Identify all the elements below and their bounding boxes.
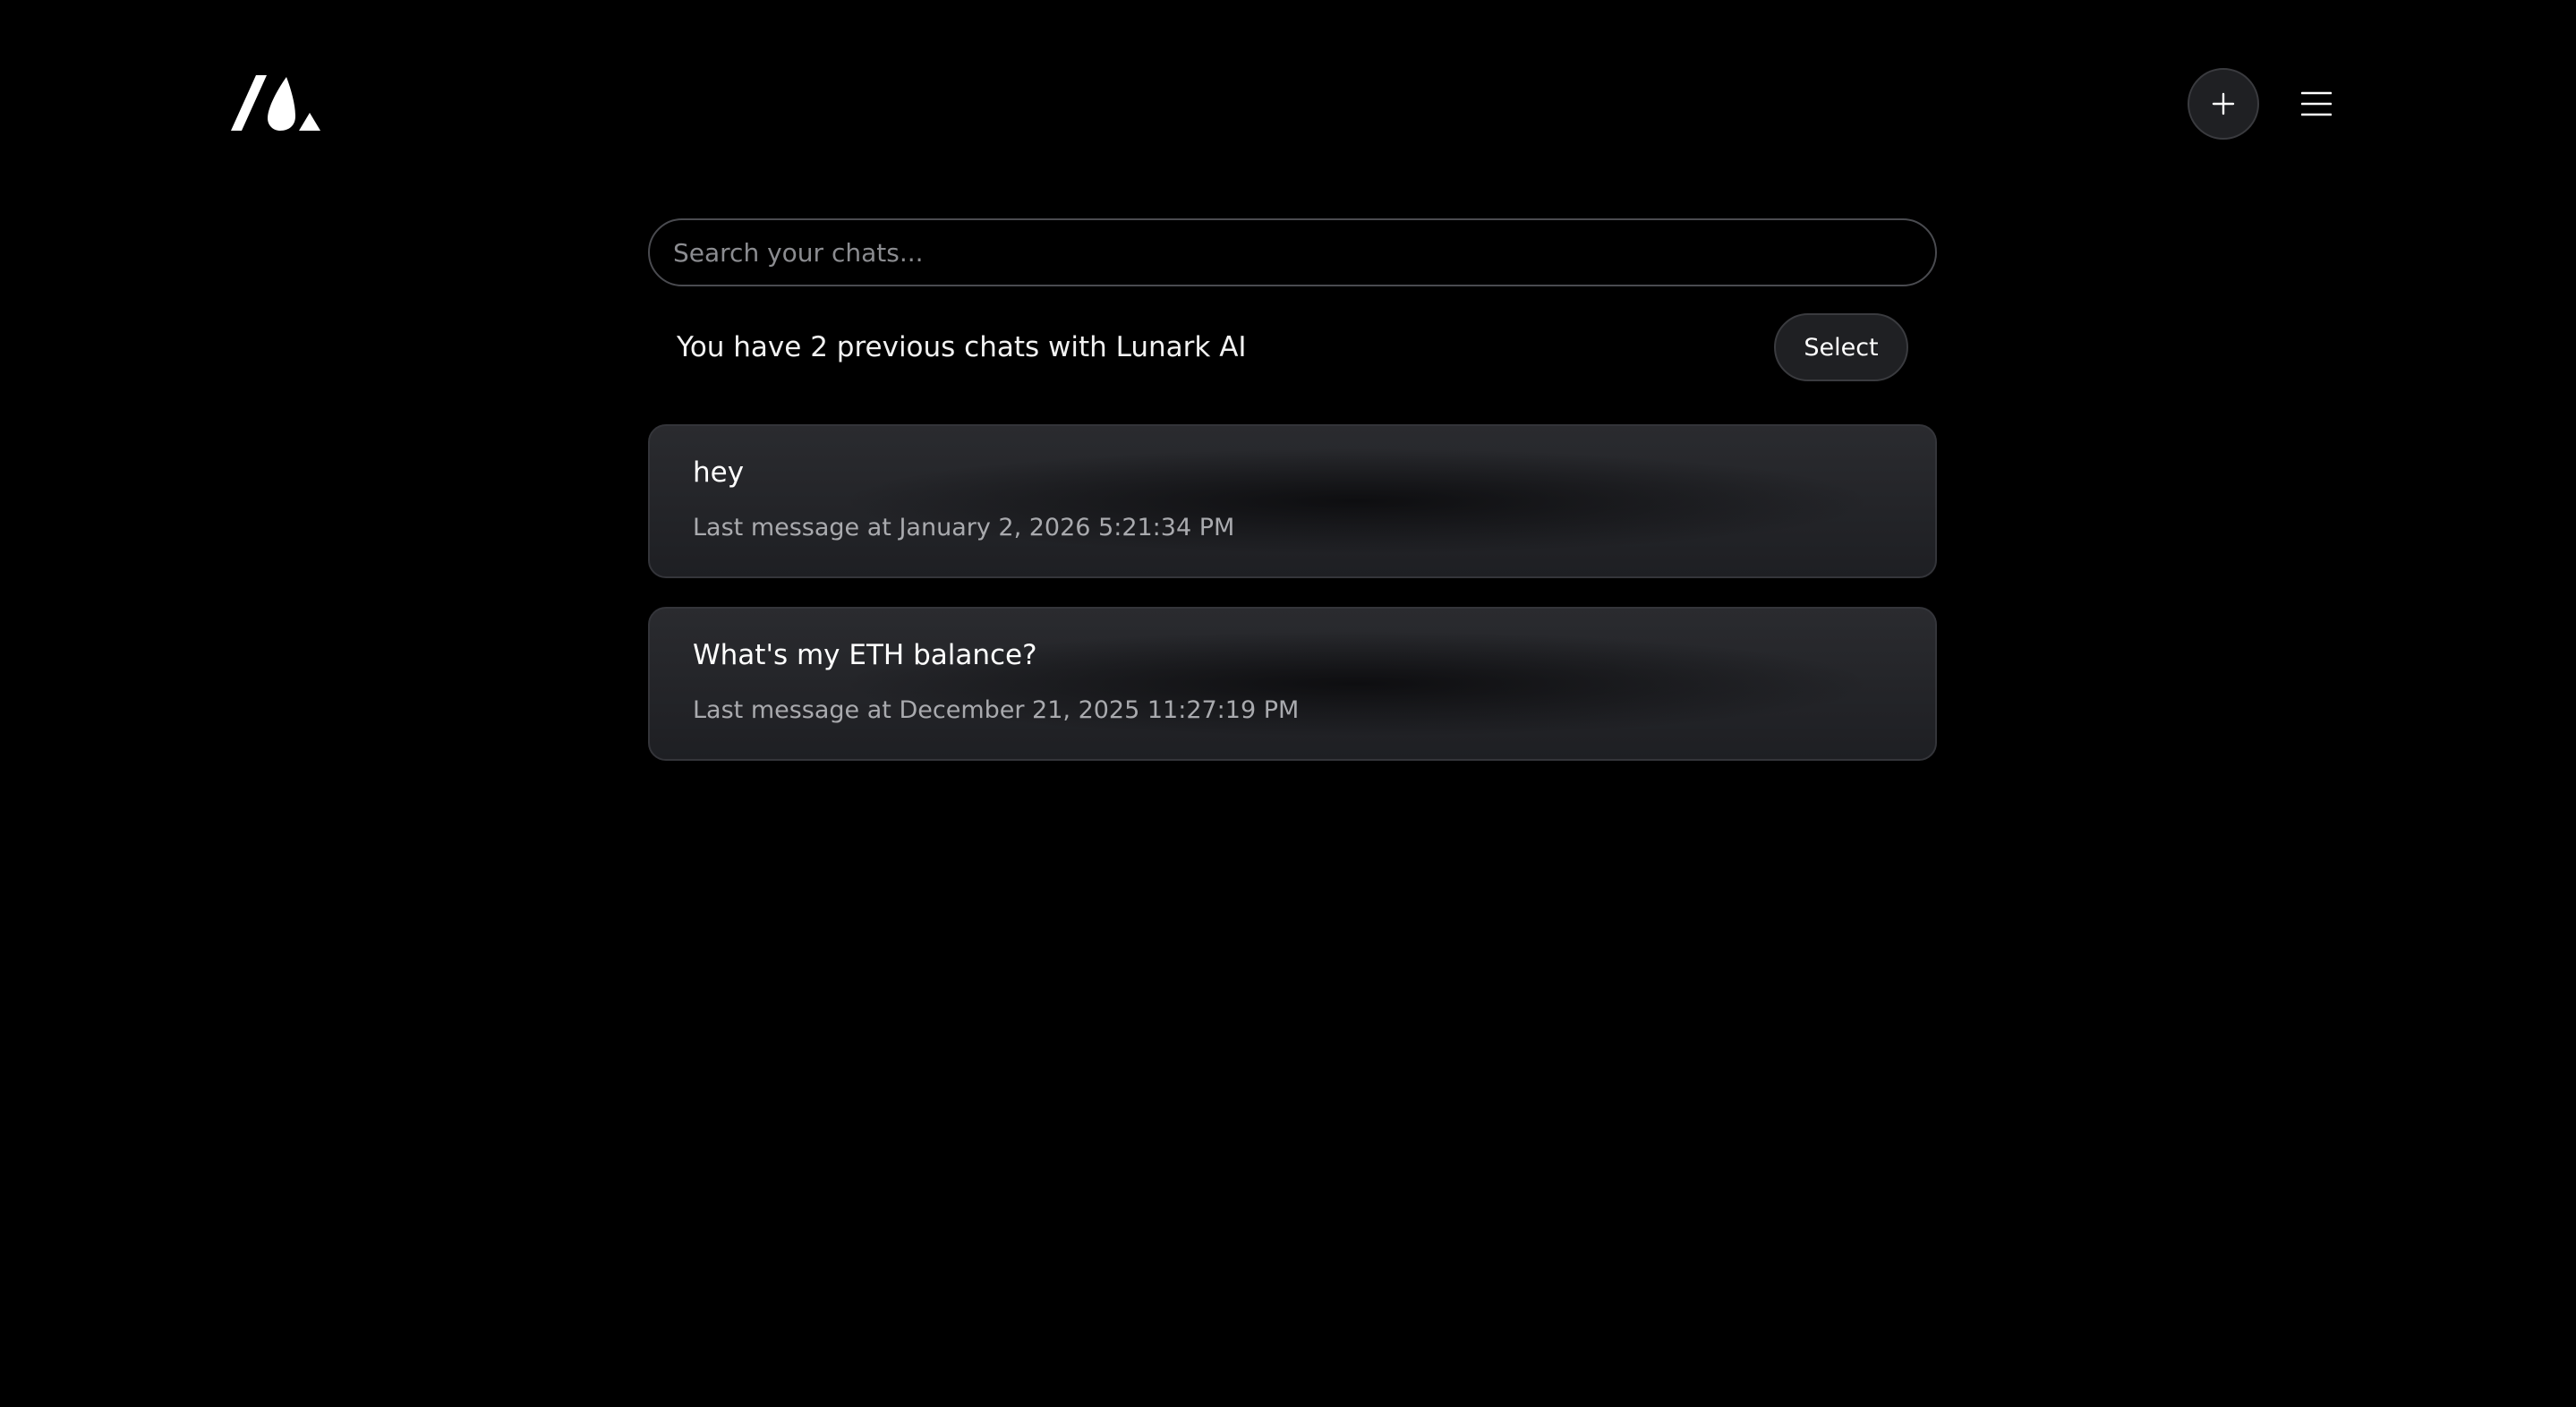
chat-summary-row: You have 2 previous chats with Lunark AI… bbox=[648, 313, 1937, 381]
lunark-logo-icon[interactable] bbox=[231, 75, 320, 131]
hamburger-menu-icon bbox=[2301, 91, 2332, 116]
plus-icon bbox=[2212, 92, 2235, 115]
chat-list-item[interactable]: What's my ETH balance? Last message at D… bbox=[648, 607, 1937, 761]
chat-last-message-time: Last message at January 2, 2026 5:21:34 … bbox=[693, 514, 1235, 541]
new-chat-button[interactable] bbox=[2188, 68, 2259, 140]
top-bar bbox=[0, 0, 2576, 206]
chat-list: hey Last message at January 2, 2026 5:21… bbox=[648, 424, 1937, 761]
chat-count-text: You have 2 previous chats with Lunark AI bbox=[677, 331, 1247, 363]
menu-button[interactable] bbox=[2297, 86, 2336, 122]
chat-title: hey bbox=[693, 456, 745, 489]
select-button[interactable]: Select bbox=[1774, 313, 1908, 381]
search-bar bbox=[648, 218, 1937, 286]
chat-history-panel: You have 2 previous chats with Lunark AI… bbox=[648, 218, 1937, 789]
chat-list-item[interactable]: hey Last message at January 2, 2026 5:21… bbox=[648, 424, 1937, 578]
chat-last-message-time: Last message at December 21, 2025 11:27:… bbox=[693, 696, 1300, 724]
search-input[interactable] bbox=[650, 220, 1935, 285]
chat-title: What's my ETH balance? bbox=[693, 639, 1037, 671]
